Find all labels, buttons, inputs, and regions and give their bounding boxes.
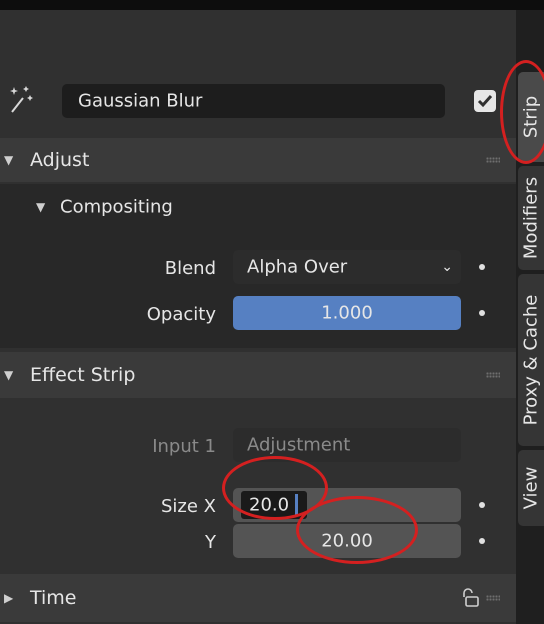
expanded-triangle-icon: ▼ xyxy=(4,368,14,382)
size-x-value: 20.0 xyxy=(249,494,290,516)
blend-value: Alpha Over xyxy=(247,256,348,278)
input1-field: Adjustment xyxy=(233,428,461,462)
properties-panel: Gaussian Blur ▼ Adjust ▼ Compositing Ble… xyxy=(0,10,516,624)
size-y-keyframe-dot[interactable] xyxy=(479,538,485,544)
expanded-triangle-icon: ▼ xyxy=(4,153,14,167)
tab-modifiers[interactable]: Modifiers xyxy=(518,166,544,270)
compositing-body: Blend Alpha Over ⌄ Opacity 1.000 xyxy=(0,230,516,348)
effect-strip-body: Input 1 Adjustment Size X 20.0 Y 20.00 xyxy=(0,398,516,568)
opacity-keyframe-dot[interactable] xyxy=(479,310,485,316)
compositing-subpanel-header[interactable]: ▼ Compositing xyxy=(0,184,516,230)
effect-strip-title: Effect Strip xyxy=(30,364,136,386)
tab-proxy-cache-label: Proxy & Cache xyxy=(520,294,542,426)
size-x-keyframe-dot[interactable] xyxy=(479,502,485,508)
tab-view[interactable]: View xyxy=(518,450,544,526)
magic-wand-icon xyxy=(10,86,33,113)
opacity-value: 1.000 xyxy=(321,302,373,324)
time-panel-header[interactable]: ▶ Time xyxy=(0,574,516,622)
size-y-field[interactable]: 20.00 xyxy=(233,524,461,558)
effect-strip-panel-header[interactable]: ▼ Effect Strip xyxy=(0,352,516,398)
checkmark-icon xyxy=(477,95,493,108)
drag-grip-icon[interactable] xyxy=(486,595,500,601)
drag-grip-icon[interactable] xyxy=(486,372,500,378)
size-y-value: 20.00 xyxy=(321,530,373,552)
opacity-label: Opacity xyxy=(146,304,216,325)
compositing-title: Compositing xyxy=(60,196,173,218)
modifier-name-field[interactable]: Gaussian Blur xyxy=(62,84,445,118)
modifier-name-text: Gaussian Blur xyxy=(78,90,203,112)
drag-grip-icon[interactable] xyxy=(486,157,500,163)
unlocked-padlock-icon[interactable] xyxy=(460,588,480,608)
size-x-edit-box[interactable]: 20.0 xyxy=(241,491,307,519)
size-y-label: Y xyxy=(205,532,216,553)
collapsed-triangle-icon: ▶ xyxy=(4,591,14,605)
window-top-edge xyxy=(0,0,544,10)
modifier-header: Gaussian Blur xyxy=(0,70,516,132)
expanded-triangle-icon: ▼ xyxy=(36,200,46,214)
input1-value: Adjustment xyxy=(247,434,351,456)
modifier-enable-checkbox[interactable] xyxy=(474,90,496,112)
size-x-field[interactable]: 20.0 xyxy=(233,488,461,522)
size-x-label: Size X xyxy=(160,496,216,517)
tab-strip-label: Strip xyxy=(520,95,542,139)
blend-keyframe-dot[interactable] xyxy=(479,264,485,270)
adjust-title: Adjust xyxy=(30,149,90,171)
input1-label: Input 1 xyxy=(152,436,216,457)
blend-label: Blend xyxy=(164,258,216,279)
tab-modifiers-label: Modifiers xyxy=(520,176,542,260)
text-cursor xyxy=(295,494,298,516)
tab-proxy-cache[interactable]: Proxy & Cache xyxy=(518,274,544,446)
tab-strip[interactable]: Strip xyxy=(518,72,544,162)
blend-dropdown[interactable]: Alpha Over ⌄ xyxy=(233,250,461,284)
opacity-slider[interactable]: 1.000 xyxy=(233,296,461,330)
tab-view-label: View xyxy=(520,466,542,510)
chevron-down-icon: ⌄ xyxy=(441,259,453,275)
time-title: Time xyxy=(30,587,77,609)
adjust-panel-header[interactable]: ▼ Adjust xyxy=(0,138,516,182)
